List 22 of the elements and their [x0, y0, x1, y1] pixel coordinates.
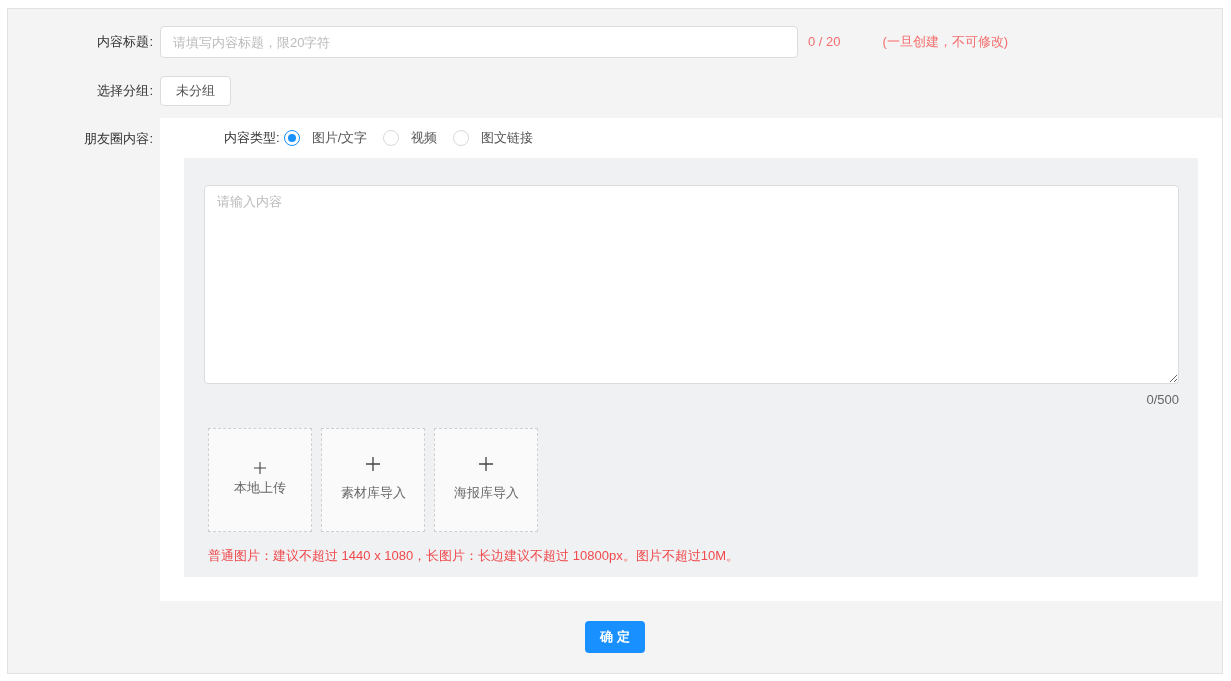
plus-icon [254, 461, 266, 474]
plus-icon [479, 456, 493, 471]
field-label: 内容类型: [224, 129, 280, 148]
field-label: 选择分组: [96, 82, 154, 101]
character-counter: 0/500 [1146, 391, 1179, 409]
image-size-hint: 普通图片：建议不超过 1440 x 1080，长图片：长边建议不超过 10800px。图片不超过10M。 [208, 546, 740, 565]
character-counter: 0 / 20 [808, 33, 841, 52]
radio-label: 图片/文字 [311, 129, 368, 148]
upload-tile[interactable]: 海报库导入 [434, 427, 538, 532]
radio-button[interactable] [283, 130, 300, 146]
field-label: 内容标题: [96, 33, 154, 52]
title-input[interactable]: 请填写内容标题，限20字符 [160, 26, 798, 58]
upload-tile[interactable]: 素材库导入 [321, 427, 425, 532]
radio-label: 图文链接 [481, 129, 534, 148]
plus-icon [366, 456, 380, 471]
field-label: 朋友圈内容: [83, 130, 154, 148]
warning-note: (一旦创建，不可修改) [882, 33, 1009, 52]
upload-tile[interactable]: 本地上传 [208, 427, 312, 532]
radio-label: 视频 [411, 129, 438, 148]
group-select-button[interactable]: 未分组 [160, 76, 231, 106]
content-textarea[interactable]: 请输入内容 [204, 185, 1179, 384]
confirm-button[interactable]: 确 定 [585, 621, 645, 653]
